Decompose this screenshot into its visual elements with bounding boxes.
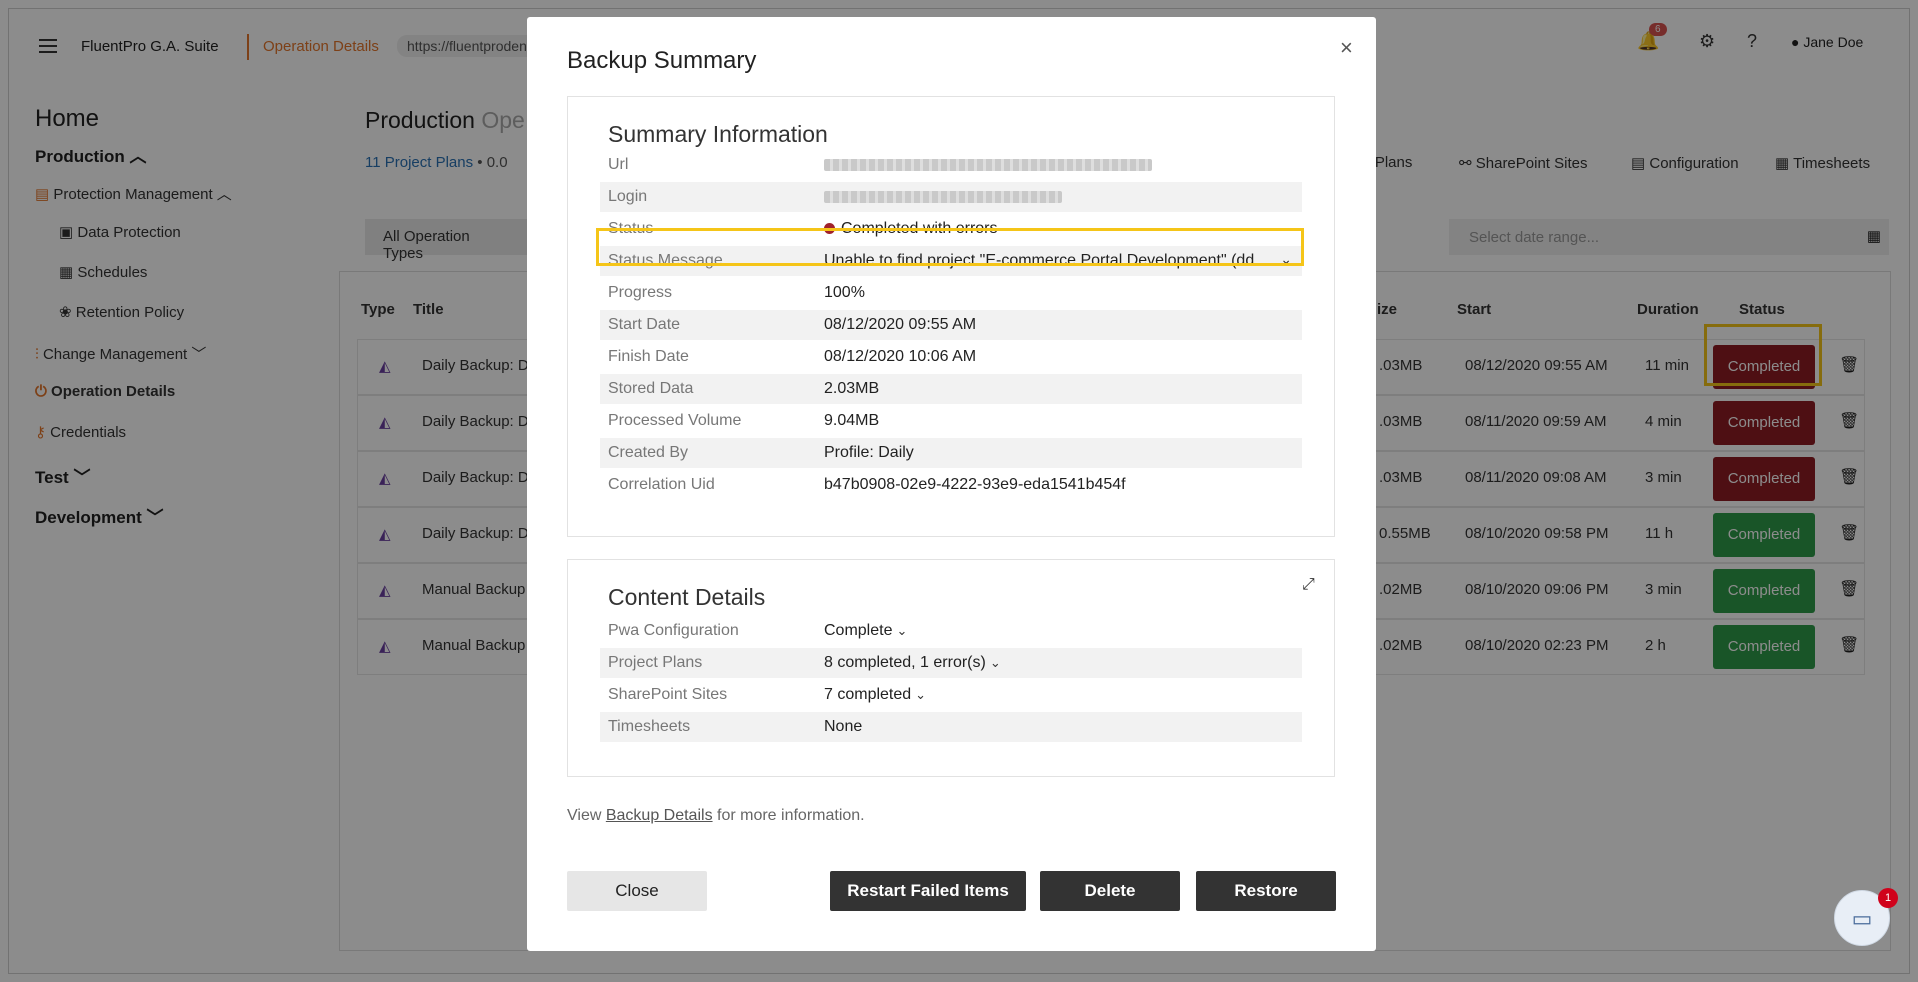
- kv-key: Correlation Uid: [608, 476, 715, 493]
- kv-row: SharePoint Sites 7 completed ⌄: [600, 680, 1302, 710]
- kv-row: Processed Volume 9.04MB: [600, 406, 1302, 436]
- kv-value-text: 100%: [824, 284, 865, 301]
- kv-value: None: [824, 718, 862, 736]
- kv-key: Created By: [608, 444, 689, 461]
- kv-value-text: 9.04MB: [824, 412, 880, 429]
- kv-value-text: 2.03MB: [824, 380, 880, 397]
- kv-value: [824, 188, 1062, 206]
- chevron-down-icon[interactable]: ⌄: [915, 687, 926, 702]
- kv-value: 8 completed, 1 error(s) ⌄: [824, 654, 1001, 672]
- content-details-box: Content Details ⤢ Pwa Configuration Compl…: [567, 559, 1335, 777]
- chevron-down-icon[interactable]: ⌄: [990, 655, 1001, 670]
- kv-value: [824, 156, 1152, 174]
- close-button[interactable]: Close: [567, 871, 707, 911]
- kv-key: Pwa Configuration: [608, 622, 739, 639]
- kv-value: 9.04MB: [824, 412, 879, 430]
- kv-row: Created By Profile: Daily: [600, 438, 1302, 468]
- kv-key: Project Plans: [608, 654, 703, 671]
- kv-value-text: 08/12/2020 10:06 AM: [824, 348, 977, 365]
- kv-key: Login: [608, 188, 648, 205]
- redacted-value: [824, 158, 1152, 171]
- kv-row: Project Plans 8 completed, 1 error(s) ⌄: [600, 648, 1302, 678]
- kv-value: 2.03MB: [824, 380, 879, 398]
- kv-key: Url: [608, 156, 629, 173]
- kv-key: Progress: [608, 284, 673, 301]
- kv-key: Finish Date: [608, 348, 689, 365]
- kv-value-text: Complete: [824, 622, 893, 639]
- footnote-suffix: for more information.: [712, 807, 865, 824]
- kv-value-text: Profile: Daily: [824, 444, 914, 461]
- expand-icon[interactable]: ⤢: [1302, 576, 1315, 594]
- restart-failed-items-button[interactable]: Restart Failed Items: [830, 871, 1026, 911]
- kv-value: Complete ⌄: [824, 622, 907, 640]
- chevron-down-icon[interactable]: ⌄: [896, 623, 907, 638]
- chat-badge: 1: [1878, 888, 1898, 908]
- footnote-prefix: View: [567, 807, 606, 824]
- kv-value: 7 completed ⌄: [824, 686, 926, 704]
- kv-row: Start Date 08/12/2020 09:55 AM: [600, 310, 1302, 340]
- kv-row: Url: [600, 150, 1302, 180]
- redacted-value: [824, 190, 1062, 203]
- kv-value: b47b0908-02e9-4222-93e9-eda1541b454f: [824, 476, 1126, 494]
- summary-heading: Summary Information: [608, 121, 828, 147]
- kv-value: Profile: Daily: [824, 444, 914, 462]
- kv-key: Timesheets: [608, 718, 691, 735]
- content-heading: Content Details: [608, 584, 766, 610]
- kv-row: Finish Date 08/12/2020 10:06 AM: [600, 342, 1302, 372]
- restore-button[interactable]: Restore: [1196, 871, 1336, 911]
- kv-value-text: 7 completed: [824, 686, 912, 703]
- kv-row: Progress 100%: [600, 278, 1302, 308]
- kv-row: Correlation Uid b47b0908-02e9-4222-93e9-e…: [600, 470, 1302, 500]
- kv-key: Processed Volume: [608, 412, 742, 429]
- kv-value: 100%: [824, 284, 865, 302]
- backup-details-link[interactable]: Backup Details: [606, 807, 713, 824]
- status-message-highlight-box: [596, 228, 1304, 266]
- kv-row: Timesheets None: [600, 712, 1302, 742]
- kv-key: Start Date: [608, 316, 681, 333]
- close-icon[interactable]: ×: [1340, 35, 1353, 61]
- kv-value-text: 8 completed, 1 error(s): [824, 654, 986, 671]
- kv-row: Stored Data 2.03MB: [600, 374, 1302, 404]
- backup-summary-modal: Backup Summary × Summary Information Url…: [527, 17, 1376, 951]
- delete-button[interactable]: Delete: [1040, 871, 1180, 911]
- kv-key: Stored Data: [608, 380, 694, 397]
- kv-value-text: b47b0908-02e9-4222-93e9-eda1541b454f: [824, 476, 1126, 493]
- modal-footnote: View Backup Details for more information…: [567, 807, 865, 825]
- kv-key: SharePoint Sites: [608, 686, 728, 703]
- modal-title: Backup Summary: [567, 47, 757, 74]
- kv-value: 08/12/2020 10:06 AM: [824, 348, 976, 366]
- summary-information-box: Summary Information Url Login Status Comple…: [567, 96, 1335, 537]
- kv-value-text: None: [824, 718, 863, 735]
- kv-value-text: 08/12/2020 09:55 AM: [824, 316, 977, 333]
- kv-value: 08/12/2020 09:55 AM: [824, 316, 976, 334]
- kv-row: Login: [600, 182, 1302, 212]
- kv-row: Pwa Configuration Complete ⌄: [600, 616, 1302, 646]
